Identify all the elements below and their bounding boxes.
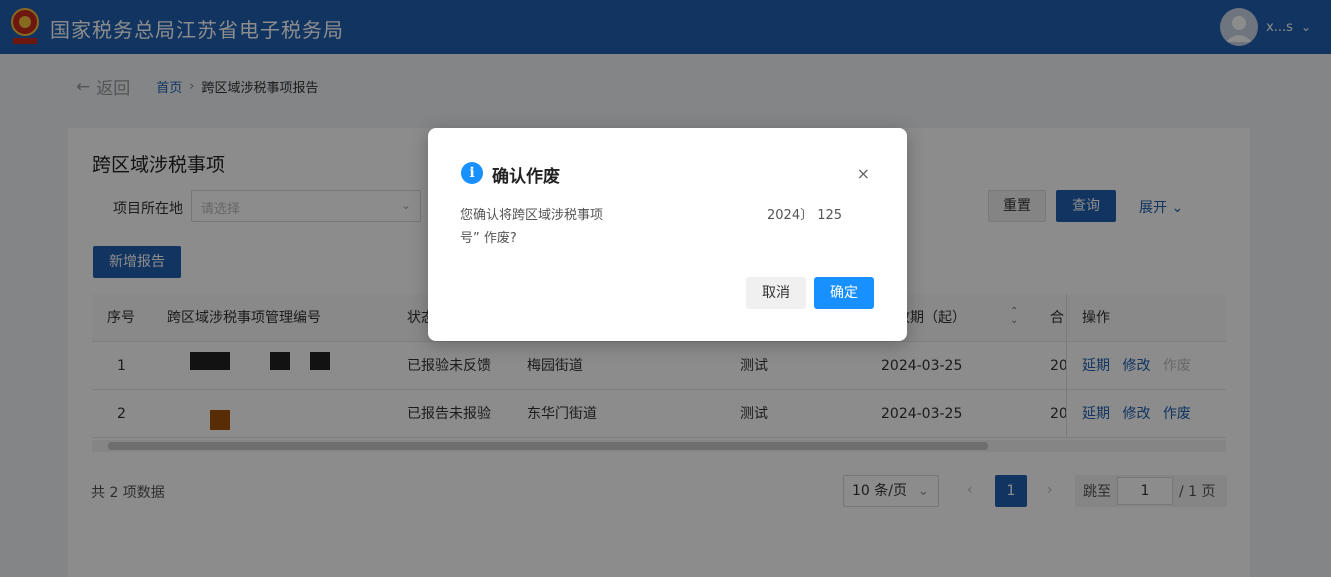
- close-icon[interactable]: ×: [857, 164, 870, 183]
- confirm-button[interactable]: 确定: [814, 277, 874, 309]
- info-icon: i: [461, 162, 483, 184]
- cancel-button[interactable]: 取消: [746, 277, 806, 309]
- dialog-message: 您确认将跨区域涉税事项: [460, 208, 604, 223]
- confirm-void-dialog: i 确认作废 × 您确认将跨区域涉税事项 2024〕 125 号” 作废? 取消…: [428, 128, 907, 341]
- dialog-message-line2: 号” 作废?: [460, 231, 517, 246]
- dialog-title: 确认作废: [492, 167, 560, 187]
- dialog-message-code: 2024〕 125: [767, 208, 843, 223]
